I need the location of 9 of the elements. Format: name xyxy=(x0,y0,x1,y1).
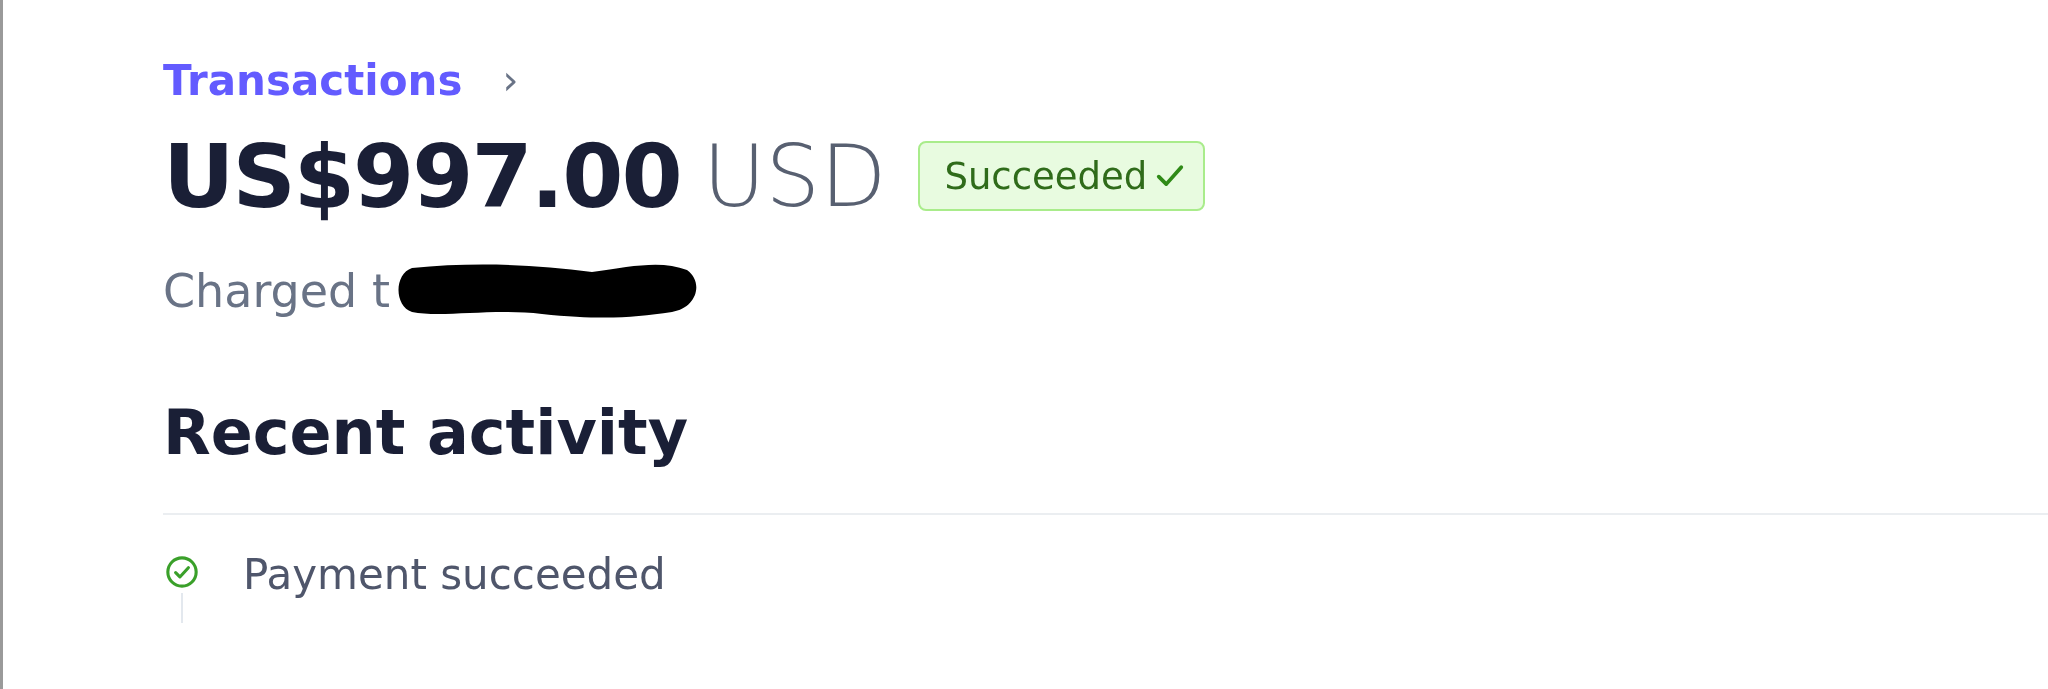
section-title: Recent activity xyxy=(163,396,690,469)
activity-label: Payment succeeded xyxy=(243,555,666,601)
charged-text: Charged t xyxy=(163,264,390,318)
currency: USD xyxy=(702,126,887,226)
breadcrumb-separator: › xyxy=(502,57,519,103)
check-circle-icon xyxy=(165,555,199,589)
amount: US$997.00 xyxy=(163,124,681,228)
status-badge: Succeeded xyxy=(918,141,1206,211)
breadcrumb-link[interactable]: Transactions xyxy=(163,55,463,105)
